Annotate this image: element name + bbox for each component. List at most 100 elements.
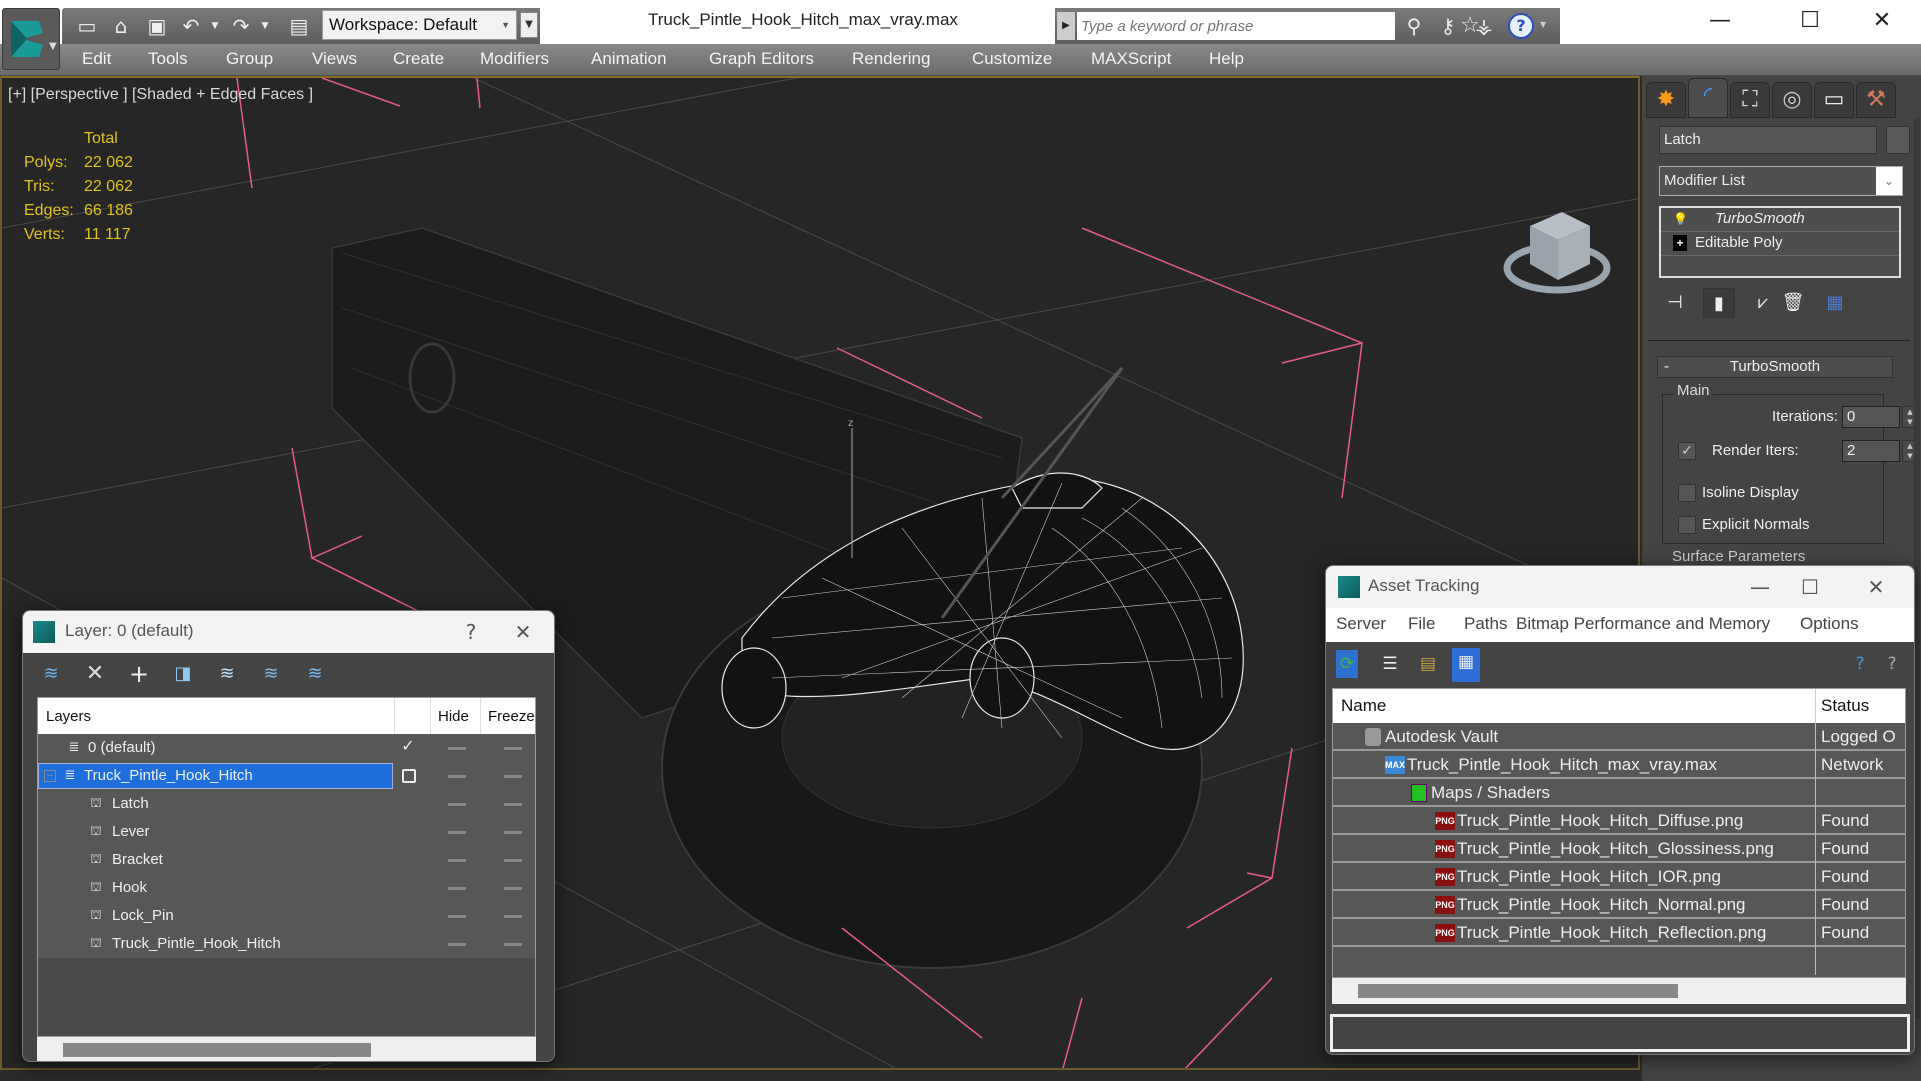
undo-icon[interactable]: ↶: [178, 14, 204, 38]
redo-icon[interactable]: ↷: [228, 14, 254, 38]
select-layer-icon[interactable]: ≋: [213, 661, 241, 687]
hierarchy-tab-icon[interactable]: ⛶: [1730, 82, 1770, 118]
help-globe-icon[interactable]: ?: [1846, 650, 1874, 678]
application-menu-button[interactable]: ▼: [2, 8, 60, 70]
help-icon[interactable]: ?: [1878, 650, 1906, 678]
asset-table-horizontal-scrollbar[interactable]: [1332, 978, 1906, 1004]
expand-plus-icon[interactable]: +: [1673, 235, 1687, 251]
hide-toggle[interactable]: [448, 803, 466, 806]
object-row-hook[interactable]: ⛫ Hook: [38, 874, 535, 902]
isoline-display-checkbox[interactable]: [1678, 484, 1696, 502]
create-tab-icon[interactable]: ✸: [1646, 82, 1686, 118]
menu-bitmap-performance[interactable]: Bitmap Performance and Memory: [1516, 614, 1770, 634]
help-icon[interactable]: ?: [1508, 13, 1534, 39]
select-objects-in-layer-icon[interactable]: ◨: [169, 661, 197, 687]
asset-status-field[interactable]: [1330, 1014, 1910, 1052]
show-end-result-icon[interactable]: ▮: [1703, 288, 1735, 318]
refresh-icon[interactable]: ⟳: [1336, 650, 1358, 678]
freeze-toggle[interactable]: [504, 775, 522, 778]
hide-toggle[interactable]: [448, 859, 466, 862]
undo-dropdown-icon[interactable]: ▼: [202, 14, 228, 38]
object-row-lock-pin[interactable]: ⛫ Lock_Pin: [38, 902, 535, 930]
column-layers[interactable]: Layers: [46, 708, 91, 725]
menu-create[interactable]: Create: [393, 49, 444, 69]
object-row-bracket[interactable]: ⛫ Bracket: [38, 846, 535, 874]
column-hide[interactable]: Hide: [438, 708, 469, 725]
hide-toggle[interactable]: [448, 915, 466, 918]
menu-modifiers[interactable]: Modifiers: [480, 49, 549, 69]
freeze-toggle[interactable]: [504, 831, 522, 834]
layer-row-default[interactable]: ≣ 0 (default) ✓: [38, 734, 535, 762]
scrollbar-thumb[interactable]: [1358, 984, 1678, 998]
remove-modifier-icon[interactable]: 🗑: [1777, 288, 1809, 318]
object-row-truck-pintle-hook-hitch[interactable]: ⛫ Truck_Pintle_Hook_Hitch: [38, 930, 535, 958]
hide-toggle[interactable]: [448, 943, 466, 946]
object-row-latch[interactable]: ⛫ Latch: [38, 790, 535, 818]
asset-row-vault[interactable]: Autodesk Vault Logged O: [1333, 723, 1905, 751]
add-to-layer-icon[interactable]: +: [125, 661, 153, 687]
viewport-label-menu[interactable]: [+] [Perspective ] [Shaded + Edged Faces…: [8, 86, 313, 104]
minimize-button[interactable]: —: [1690, 4, 1750, 38]
help-button[interactable]: ?: [451, 615, 491, 649]
create-new-layer-icon[interactable]: ≋: [37, 661, 65, 687]
modify-tab-icon[interactable]: ◜: [1688, 78, 1728, 118]
asset-row-texture[interactable]: PNG Truck_Pintle_Hook_Hitch_Diffuse.png …: [1333, 807, 1905, 835]
asset-row-maps-shaders[interactable]: Maps / Shaders: [1333, 779, 1905, 807]
maximize-button[interactable]: ☐: [1780, 4, 1840, 38]
display-tab-icon[interactable]: ▭: [1814, 82, 1854, 118]
layer-row-truck-pintle-hook-hitch[interactable]: − ≣ Truck_Pintle_Hook_Hitch: [38, 762, 535, 790]
menu-rendering[interactable]: Rendering: [852, 49, 930, 69]
maximize-button[interactable]: ☐: [1790, 570, 1830, 604]
menu-options[interactable]: Options: [1800, 614, 1859, 634]
utilities-tab-icon[interactable]: ⚒: [1856, 82, 1896, 118]
column-status[interactable]: Status: [1821, 696, 1869, 716]
layer-list-horizontal-scrollbar[interactable]: [37, 1037, 536, 1061]
collapse-minus-icon[interactable]: −: [44, 770, 56, 782]
search-input[interactable]: [1077, 12, 1395, 40]
search-expand-button[interactable]: ▶: [1057, 12, 1075, 40]
freeze-toggle[interactable]: [504, 859, 522, 862]
save-icon[interactable]: ▣: [144, 14, 170, 38]
binoculars-search-icon[interactable]: ⚲: [1399, 12, 1429, 40]
freeze-toggle[interactable]: [504, 943, 522, 946]
menu-customize[interactable]: Customize: [972, 49, 1052, 69]
project-folder-icon[interactable]: ▤: [286, 14, 312, 38]
menu-tools[interactable]: Tools: [148, 49, 188, 69]
object-color-swatch[interactable]: [1886, 126, 1910, 154]
asset-row-max-file[interactable]: MAX Truck_Pintle_Hook_Hitch_max_vray.max…: [1333, 751, 1905, 779]
turbosmooth-rollout-header[interactable]: - TurboSmooth: [1657, 356, 1893, 378]
motion-tab-icon[interactable]: ◎: [1772, 82, 1812, 118]
menu-group[interactable]: Group: [226, 49, 273, 69]
menu-help[interactable]: Help: [1209, 49, 1244, 69]
layer-settings-icon[interactable]: ≋: [301, 661, 329, 687]
menu-paths[interactable]: Paths: [1464, 614, 1507, 634]
scrollbar-thumb[interactable]: [63, 1043, 371, 1057]
set-current-layer-box-icon[interactable]: [402, 769, 416, 783]
column-freeze[interactable]: Freeze: [488, 708, 535, 725]
freeze-toggle[interactable]: [504, 747, 522, 750]
close-button[interactable]: ✕: [503, 615, 543, 649]
hide-toggle[interactable]: [448, 887, 466, 890]
render-iters-checkbox[interactable]: ✓: [1678, 442, 1696, 460]
menu-file[interactable]: File: [1408, 614, 1435, 634]
favorites-star-icon[interactable]: ☆: [1455, 12, 1485, 40]
table-view-icon[interactable]: ▦: [1452, 648, 1480, 682]
redo-dropdown-icon[interactable]: ▼: [252, 14, 278, 38]
modifier-list-dropdown[interactable]: Modifier List ⌄: [1659, 166, 1903, 196]
asset-row-texture[interactable]: PNG Truck_Pintle_Hook_Hitch_Reflection.p…: [1333, 919, 1905, 947]
stack-item-editable-poly[interactable]: + Editable Poly: [1661, 232, 1899, 256]
menu-edit[interactable]: Edit: [82, 49, 111, 69]
pin-stack-icon[interactable]: ⊣: [1659, 288, 1691, 318]
asset-dialog-titlebar[interactable]: Asset Tracking — ☐ ✕: [1326, 566, 1914, 608]
object-name-field[interactable]: Latch: [1659, 126, 1877, 154]
set-current-layer-icon[interactable]: ≋: [257, 661, 285, 687]
column-name[interactable]: Name: [1341, 696, 1386, 716]
close-button[interactable]: ✕: [1852, 4, 1912, 38]
hide-toggle[interactable]: [448, 747, 466, 750]
freeze-toggle[interactable]: [504, 915, 522, 918]
stack-item-turbosmooth[interactable]: 💡 TurboSmooth: [1661, 208, 1899, 232]
delete-layer-icon[interactable]: ✕: [81, 661, 109, 687]
menu-graph-editors[interactable]: Graph Editors: [709, 49, 814, 69]
viewcube[interactable]: [1500, 198, 1620, 308]
asset-row-texture[interactable]: PNG Truck_Pintle_Hook_Hitch_IOR.png Foun…: [1333, 863, 1905, 891]
